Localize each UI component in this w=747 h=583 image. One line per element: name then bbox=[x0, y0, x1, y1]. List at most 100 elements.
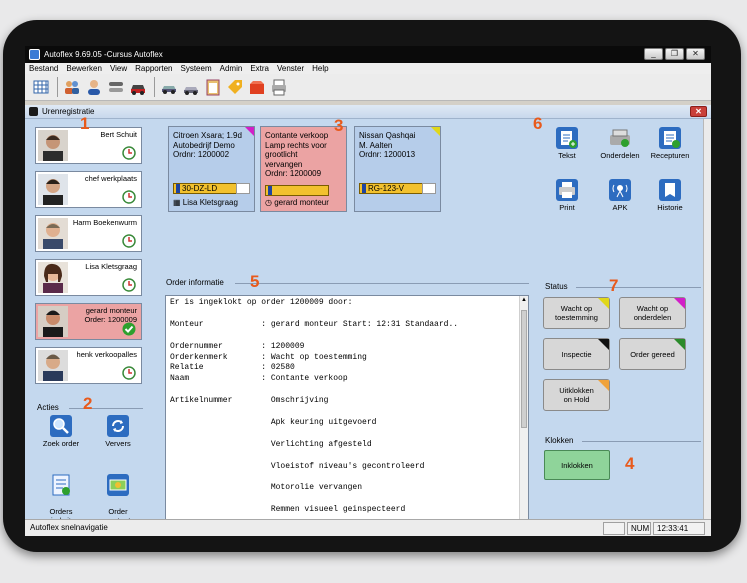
order-number: Ordnr: 1200013 bbox=[359, 150, 416, 159]
box-icon[interactable] bbox=[247, 77, 267, 97]
order-info-line bbox=[170, 331, 516, 342]
annotation-1: 1 bbox=[80, 114, 90, 133]
menu-view[interactable]: View bbox=[106, 63, 131, 74]
order-info-line bbox=[170, 429, 516, 440]
employee-photo bbox=[38, 350, 68, 381]
magnifier-icon bbox=[50, 415, 72, 437]
order-info-line bbox=[170, 309, 516, 320]
order-contant-button[interactable]: Order contant bbox=[90, 465, 146, 525]
status-label: Status bbox=[545, 282, 568, 291]
car-icon[interactable] bbox=[159, 77, 179, 97]
tag-icon[interactable] bbox=[225, 77, 245, 97]
app-screen: Autoflex 9.69.05 -Cursus Autoflex _ ❐ ✕ … bbox=[25, 46, 711, 536]
status-inspectie-button[interactable]: Inspectie bbox=[543, 338, 610, 370]
menu-help[interactable]: Help bbox=[308, 63, 332, 74]
document-icon bbox=[50, 474, 72, 496]
order-mechanic: gerard monteur bbox=[274, 198, 329, 207]
order-info-line: Artikelnummer Omschrijving bbox=[170, 396, 329, 406]
users-group-icon[interactable] bbox=[62, 77, 82, 97]
menu-bestand[interactable]: Bestand bbox=[25, 63, 62, 74]
grid-icon[interactable] bbox=[31, 77, 51, 97]
order-number: Ordnr: 1200002 bbox=[173, 150, 230, 159]
history-icon bbox=[659, 179, 681, 201]
order-info-line: Orderkenmerk : Wacht op toestemming bbox=[170, 352, 367, 362]
onderdelen-button[interactable]: Onderdelen bbox=[592, 127, 648, 160]
order-card-1200013[interactable]: Nissan Qashqai M. Aalten Ordnr: 1200013 … bbox=[354, 126, 441, 212]
order-description: grootlicht bbox=[265, 150, 298, 159]
zoek-order-button[interactable]: Zoek order bbox=[33, 415, 89, 448]
num-lock-indicator: NUM bbox=[627, 521, 651, 535]
clipboard-icon[interactable] bbox=[203, 77, 223, 97]
clock-arrow-icon[interactable] bbox=[122, 146, 136, 160]
historie-button[interactable]: Historie bbox=[642, 179, 698, 212]
employee-name: Lisa Kletsgraag bbox=[85, 262, 137, 271]
menu-venster[interactable]: Venster bbox=[273, 63, 308, 74]
status-uitklokken-on-hold-button[interactable]: Uitklokken on Hold bbox=[543, 379, 610, 411]
window-scrollbar[interactable] bbox=[703, 119, 711, 519]
historie-label: Historie bbox=[657, 203, 683, 212]
menu-rapporten[interactable]: Rapporten bbox=[131, 63, 176, 74]
status-wacht-op-toestemming-button[interactable]: Wacht op toestemming bbox=[543, 297, 610, 329]
order-customer: M. Aalten bbox=[359, 140, 393, 150]
annotation-2: 2 bbox=[83, 394, 93, 413]
annotation-3: 3 bbox=[334, 116, 344, 135]
employee-henk-verkoopalles[interactable]: henk verkoopalles bbox=[35, 347, 142, 384]
clock-arrow-icon[interactable] bbox=[122, 190, 136, 204]
order-info-line: Verlichting afgesteld bbox=[170, 439, 372, 449]
order-info-line bbox=[170, 494, 516, 505]
order-card-1200002[interactable]: Citroen Xsara; 1.9d Autobedrijf Demo Ord… bbox=[168, 126, 255, 212]
user-icon[interactable] bbox=[84, 77, 104, 97]
order-info-line bbox=[170, 407, 516, 418]
order-info-scrollbar[interactable]: ▲ ▼ bbox=[519, 296, 528, 536]
car-brand-logo-icon bbox=[236, 183, 250, 194]
employee-name: chef werkplaats bbox=[84, 174, 137, 183]
checkmark-icon[interactable] bbox=[122, 322, 136, 336]
recepturen-button[interactable]: Recepturen bbox=[642, 127, 698, 160]
order-info-textbox[interactable]: Er is ingeklokt op order 1200009 door: M… bbox=[165, 295, 529, 536]
menu-extra[interactable]: Extra bbox=[246, 63, 273, 74]
menu-bewerken[interactable]: Bewerken bbox=[62, 63, 106, 74]
app-title: Autoflex 9.69.05 -Cursus Autoflex bbox=[44, 50, 163, 59]
clock-arrow-icon[interactable] bbox=[122, 366, 136, 380]
order-info-line: Ordernummer : 1200009 bbox=[170, 341, 305, 351]
order-informatie-label: Order informatie bbox=[166, 278, 224, 287]
clock-arrow-icon[interactable] bbox=[122, 234, 136, 248]
menu-admin[interactable]: Admin bbox=[216, 63, 247, 74]
printer-toolbar-icon[interactable] bbox=[269, 77, 289, 97]
close-button[interactable]: ✕ bbox=[686, 48, 705, 60]
status-bar: Autoflex snelnavigatie NUM 12:33:41 pm bbox=[25, 519, 711, 536]
order-card-1200009[interactable]: Contante verkoop Lamp rechts voor grootl… bbox=[260, 126, 347, 212]
employee-gerard-monteur[interactable]: gerard monteur Order: 1200009 bbox=[35, 303, 142, 340]
license-plate: RG-123-V bbox=[359, 183, 423, 194]
tools-icon[interactable] bbox=[106, 77, 126, 97]
orders-in-uit-button[interactable]: Orders in / uit bbox=[33, 465, 89, 525]
status-order-gereed-button[interactable]: Order gereed bbox=[619, 338, 686, 370]
status-wacht-op-onderdelen-button[interactable]: Wacht op onderdelen bbox=[619, 297, 686, 329]
car-red-icon[interactable] bbox=[128, 77, 148, 97]
inklokken-button[interactable]: Inklokken bbox=[544, 450, 610, 480]
employee-lisa-kletsgraag[interactable]: Lisa Kletsgraag bbox=[35, 259, 142, 296]
annotation-5: 5 bbox=[250, 272, 260, 291]
ververs-label: Ververs bbox=[105, 439, 131, 448]
employee-name: gerard monteur bbox=[85, 306, 137, 315]
title-bar: Autoflex 9.69.05 -Cursus Autoflex _ ❐ ✕ bbox=[25, 46, 711, 63]
klokken-label: Klokken bbox=[545, 436, 574, 445]
employee-harm-boekenwurm[interactable]: Harm Boekenwurm bbox=[35, 215, 142, 252]
printer-icon bbox=[556, 179, 578, 201]
minimize-button[interactable]: _ bbox=[644, 48, 663, 60]
ververs-button[interactable]: Ververs bbox=[90, 415, 146, 448]
clock-arrow-icon[interactable] bbox=[122, 278, 136, 292]
window-close-button[interactable]: ✕ bbox=[690, 106, 707, 117]
order-info-text: Er is ingeklokt op order 1200009 door: M… bbox=[170, 298, 516, 536]
tekst-button[interactable]: Tekst bbox=[539, 127, 595, 160]
print-button[interactable]: Print bbox=[539, 179, 595, 212]
employee-chef-werkplaats[interactable]: chef werkplaats bbox=[35, 171, 142, 208]
order-info-line: Vloeistof niveau's gecontroleerd bbox=[170, 461, 425, 471]
menu-systeem[interactable]: Systeem bbox=[177, 63, 216, 74]
car-service-icon[interactable] bbox=[181, 77, 201, 97]
order-info-line bbox=[170, 451, 516, 462]
order-vehicle: Contante verkoop bbox=[265, 131, 329, 140]
apk-button[interactable]: APK bbox=[592, 179, 648, 212]
restore-button[interactable]: ❐ bbox=[665, 48, 684, 60]
zoek-order-label: Zoek order bbox=[42, 439, 80, 448]
